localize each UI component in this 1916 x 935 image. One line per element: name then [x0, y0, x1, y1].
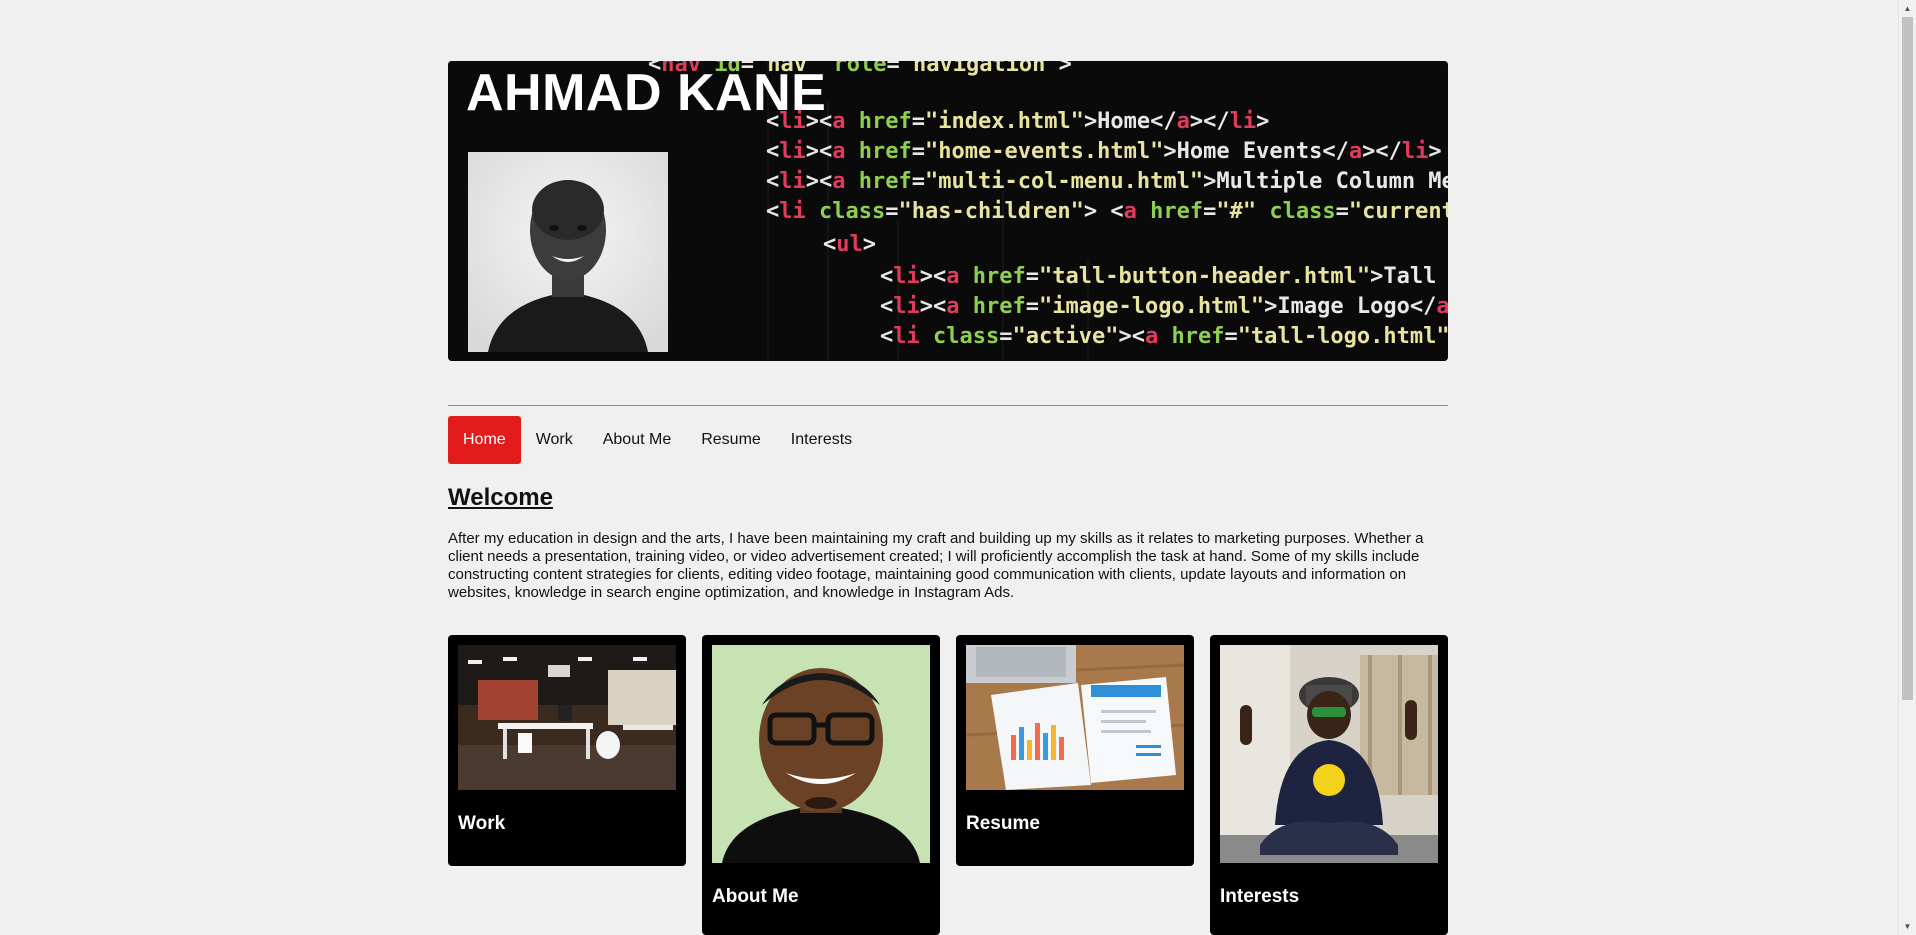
card-interests-image — [1220, 645, 1438, 863]
nav-home[interactable]: Home — [448, 416, 521, 464]
scroll-down-arrow-icon[interactable]: ▼ — [1899, 918, 1916, 935]
card-about-me[interactable]: About Me — [702, 635, 940, 935]
code-line-9: <li class="active"><a href="tall-logo.ht… — [880, 324, 1448, 349]
code-line-8: <li><a href="image-logo.html">Image Logo… — [880, 294, 1448, 319]
card-interests-title: Interests — [1220, 886, 1300, 907]
scrollbar-thumb[interactable] — [1902, 17, 1913, 700]
code-line-3: <li><a href="home-events.html">Home Even… — [766, 139, 1442, 164]
code-line-6: <ul> — [823, 232, 876, 257]
intro-paragraph: After my education in design and the art… — [448, 530, 1424, 601]
card-work-image — [458, 645, 676, 790]
site-owner-name: AHMAD KANE — [466, 64, 827, 122]
code-line-7: <li><a href="tall-button-header.html">Ta… — [880, 264, 1448, 289]
card-work-title: Work — [458, 813, 506, 834]
scroll-up-arrow-icon[interactable]: ▲ — [1899, 0, 1916, 17]
card-work[interactable]: Work — [448, 635, 686, 866]
page-container: <nav id="nav" role="navigation"> <li><a … — [448, 61, 1448, 935]
card-resume[interactable]: Resume — [956, 635, 1194, 866]
nav-work[interactable]: Work — [521, 416, 588, 464]
card-about-me-image — [712, 645, 930, 863]
profile-photo — [468, 152, 668, 352]
card-about-me-title: About Me — [712, 886, 799, 907]
code-line-4: <li><a href="multi-col-menu.html">Multip… — [766, 169, 1448, 194]
card-interests[interactable]: Interests — [1210, 635, 1448, 935]
page-scrollbar[interactable]: ▲ ▼ — [1898, 0, 1916, 935]
section-cards: Work About Me Resume Interests — [448, 635, 1448, 935]
nav-about-me[interactable]: About Me — [588, 416, 686, 464]
card-resume-title: Resume — [966, 813, 1040, 834]
code-line-2: <li><a href="index.html">Home</a></li> — [766, 109, 1269, 134]
header-divider — [448, 405, 1448, 406]
main-nav: Home Work About Me Resume Interests — [448, 416, 1448, 464]
card-resume-image — [966, 645, 1184, 790]
hero-banner: <nav id="nav" role="navigation"> <li><a … — [448, 61, 1448, 361]
welcome-heading: Welcome — [448, 484, 553, 511]
nav-resume[interactable]: Resume — [686, 416, 776, 464]
code-line-5: <li class="has-children"> <a href="#" cl… — [766, 199, 1448, 224]
nav-interests[interactable]: Interests — [776, 416, 867, 464]
